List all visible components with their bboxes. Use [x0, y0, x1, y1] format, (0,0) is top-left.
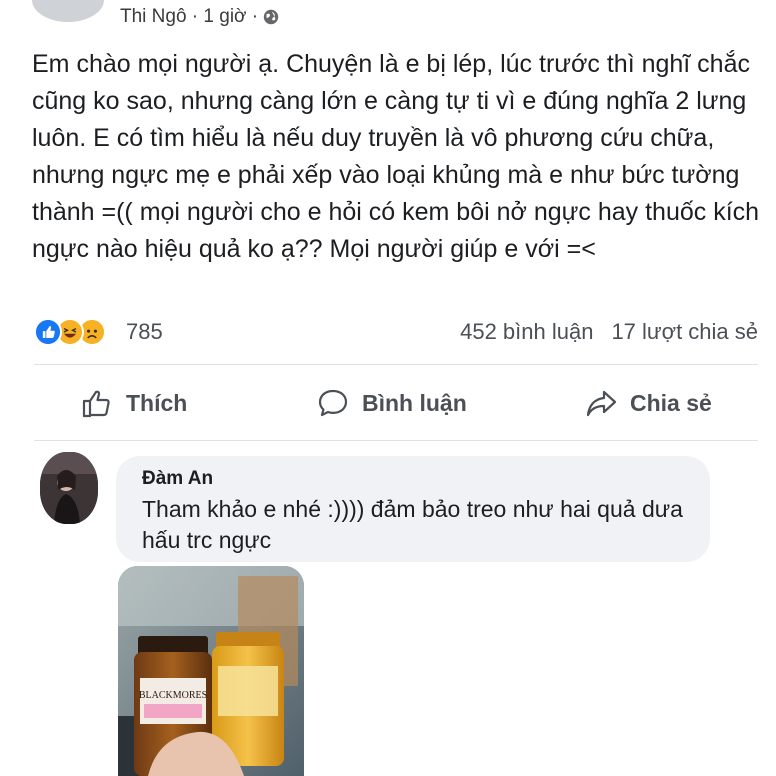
- comment-photo[interactable]: BLACKMORES: [118, 566, 304, 776]
- share-button[interactable]: Chia sẻ: [584, 386, 712, 420]
- comment-bubble: Đàm An Tham khảo e nhé :)))) đảm bảo tre…: [116, 456, 710, 562]
- like-button[interactable]: Thích: [80, 386, 187, 420]
- reactions-summary[interactable]: 785 452 bình luận 17 lượt chia sẻ: [34, 316, 758, 348]
- divider: [34, 440, 758, 441]
- share-arrow-icon: [586, 390, 617, 417]
- supplement-bottles-image: BLACKMORES: [118, 566, 304, 776]
- commenter-avatar[interactable]: [40, 452, 98, 524]
- divider: [34, 364, 758, 365]
- post-header: Thi Ngô · 1 giờ ·: [0, 0, 776, 40]
- globe-icon: [263, 9, 279, 25]
- share-label: Chia sẻ: [630, 389, 712, 416]
- commenter-name[interactable]: Đàm An: [142, 468, 684, 490]
- shares-count[interactable]: 17 lượt chia sẻ: [611, 319, 758, 345]
- poster-avatar[interactable]: [32, 0, 104, 22]
- thumbs-up-icon: [82, 390, 110, 418]
- comment-button[interactable]: Bình luận: [316, 386, 467, 420]
- comment-text: Tham khảo e nhé :)))) đảm bảo treo như h…: [142, 496, 683, 553]
- reaction-count[interactable]: 785: [126, 319, 163, 345]
- comment-label: Bình luận: [362, 389, 467, 416]
- bottle-brand-label: BLACKMORES: [139, 690, 207, 701]
- commenter-avatar-image: [40, 452, 98, 524]
- poster-name-time[interactable]: Thi Ngô · 1 giờ ·: [120, 6, 258, 28]
- speech-bubble-icon: [318, 389, 348, 417]
- post-stats: 452 bình luận 17 lượt chia sẻ: [460, 319, 758, 345]
- like-label: Thích: [126, 389, 188, 416]
- reaction-icons[interactable]: [34, 316, 124, 348]
- post-actions: Thích Bình luận Chia sẻ: [34, 378, 758, 434]
- like-icon: [34, 318, 62, 346]
- post-meta: Thi Ngô · 1 giờ ·: [120, 6, 280, 28]
- comments-count[interactable]: 452 bình luận: [460, 319, 593, 345]
- post-body-text: Em chào mọi người ạ. Chuyện là e bị lép,…: [32, 50, 760, 263]
